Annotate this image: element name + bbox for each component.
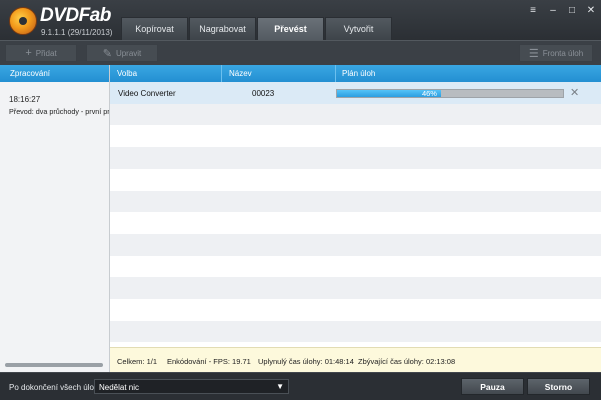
column-header-name: Název xyxy=(229,69,252,78)
tab-kopirovat[interactable]: Kopírovat xyxy=(121,17,188,40)
list-icon: ☰ xyxy=(528,47,539,60)
empty-row xyxy=(110,320,601,343)
table-row[interactable]: Video Converter 00023 46% ✕ xyxy=(110,82,601,104)
menu-icon[interactable]: ≡ xyxy=(526,5,540,17)
empty-row xyxy=(110,277,601,299)
after-completion-select[interactable]: Nedělat nic ▼ xyxy=(94,379,289,394)
task-queue-button[interactable]: ☰ Fronta úloh xyxy=(519,44,593,62)
status-total: Celkem: 1/1 xyxy=(117,357,158,366)
after-completion-label: Po dokončení všech úloh: xyxy=(9,383,101,392)
task-queue-label: Fronta úloh xyxy=(542,48,584,58)
tab-prevest[interactable]: Převést xyxy=(257,17,324,40)
empty-row xyxy=(110,103,601,126)
minimize-icon[interactable]: – xyxy=(546,5,560,17)
processing-description: Převod: dva průchody - první průc xyxy=(9,107,109,116)
main-tabs: Kopírovat Nagrabovat Převést Vytvořit xyxy=(121,17,393,40)
column-header-option: Volba xyxy=(117,69,138,78)
stop-button[interactable]: Storno xyxy=(527,378,590,395)
pause-button[interactable]: Pauza xyxy=(461,378,524,395)
tab-nagrabovat[interactable]: Nagrabovat xyxy=(189,17,256,40)
edit-button-label: Upravit xyxy=(115,48,142,58)
close-icon[interactable]: ✕ xyxy=(584,5,598,17)
app-version: 9.1.1.1 (29/11/2013) xyxy=(41,28,113,37)
status-remaining: Zbývající čas úlohy: 02:13:08 xyxy=(358,357,456,366)
status-fps: Enkódování - FPS: 19.71 xyxy=(167,357,251,366)
toolbar: + Přidat ✎ Upravit ☰ Fronta úloh xyxy=(0,40,601,65)
column-divider xyxy=(221,65,222,82)
empty-row xyxy=(110,147,601,169)
empty-row xyxy=(110,190,601,213)
progress-label: 46% xyxy=(421,89,437,98)
after-completion-value: Nedělat nic xyxy=(99,383,140,392)
table-body: Video Converter 00023 46% ✕ xyxy=(110,82,601,347)
empty-row xyxy=(110,125,601,147)
dvdfab-logo-icon xyxy=(9,7,37,35)
title-bar: DVDFab 9.1.1.1 (29/11/2013) Kopírovat Na… xyxy=(0,0,601,40)
edit-button[interactable]: ✎ Upravit xyxy=(86,44,158,62)
status-elapsed: Uplynulý čas úlohy: 01:48:14 xyxy=(258,357,354,366)
task-table: Volba Název Plán úloh Video Converter 00… xyxy=(110,65,601,372)
processing-panel: Zpracování 18:16:27 Převod: dva průchody… xyxy=(0,65,110,372)
row-name: 00023 xyxy=(252,89,275,98)
table-header: Volba Název Plán úloh xyxy=(110,65,601,82)
chevron-down-icon: ▼ xyxy=(276,382,284,391)
maximize-icon[interactable]: □ xyxy=(565,5,579,17)
empty-row xyxy=(110,256,601,278)
empty-row xyxy=(110,169,601,191)
plus-icon: + xyxy=(25,47,32,59)
remove-task-icon[interactable]: ✕ xyxy=(570,86,579,99)
column-divider xyxy=(335,65,336,82)
tab-vytvorit[interactable]: Vytvořit xyxy=(325,17,392,40)
row-option: Video Converter xyxy=(118,89,176,98)
processing-header: Zpracování xyxy=(0,65,109,82)
add-button-label: Přidat xyxy=(35,48,57,58)
app-window: DVDFab 9.1.1.1 (29/11/2013) Kopírovat Na… xyxy=(0,0,601,400)
bottom-bar: Po dokončení všech úloh: Nedělat nic ▼ P… xyxy=(0,372,601,400)
app-brand: DVDFab xyxy=(40,5,111,26)
horizontal-scrollbar[interactable] xyxy=(5,363,103,367)
empty-row xyxy=(110,233,601,256)
column-header-schedule: Plán úloh xyxy=(342,69,376,78)
empty-row xyxy=(110,212,601,234)
progress-bar: 46% xyxy=(336,89,564,98)
processing-time: 18:16:27 xyxy=(9,95,41,104)
empty-row xyxy=(110,299,601,321)
edit-icon: ✎ xyxy=(102,47,112,60)
task-status-bar: Celkem: 1/1 Enkódování - FPS: 19.71 Uply… xyxy=(110,347,601,372)
add-button[interactable]: + Přidat xyxy=(5,44,77,62)
